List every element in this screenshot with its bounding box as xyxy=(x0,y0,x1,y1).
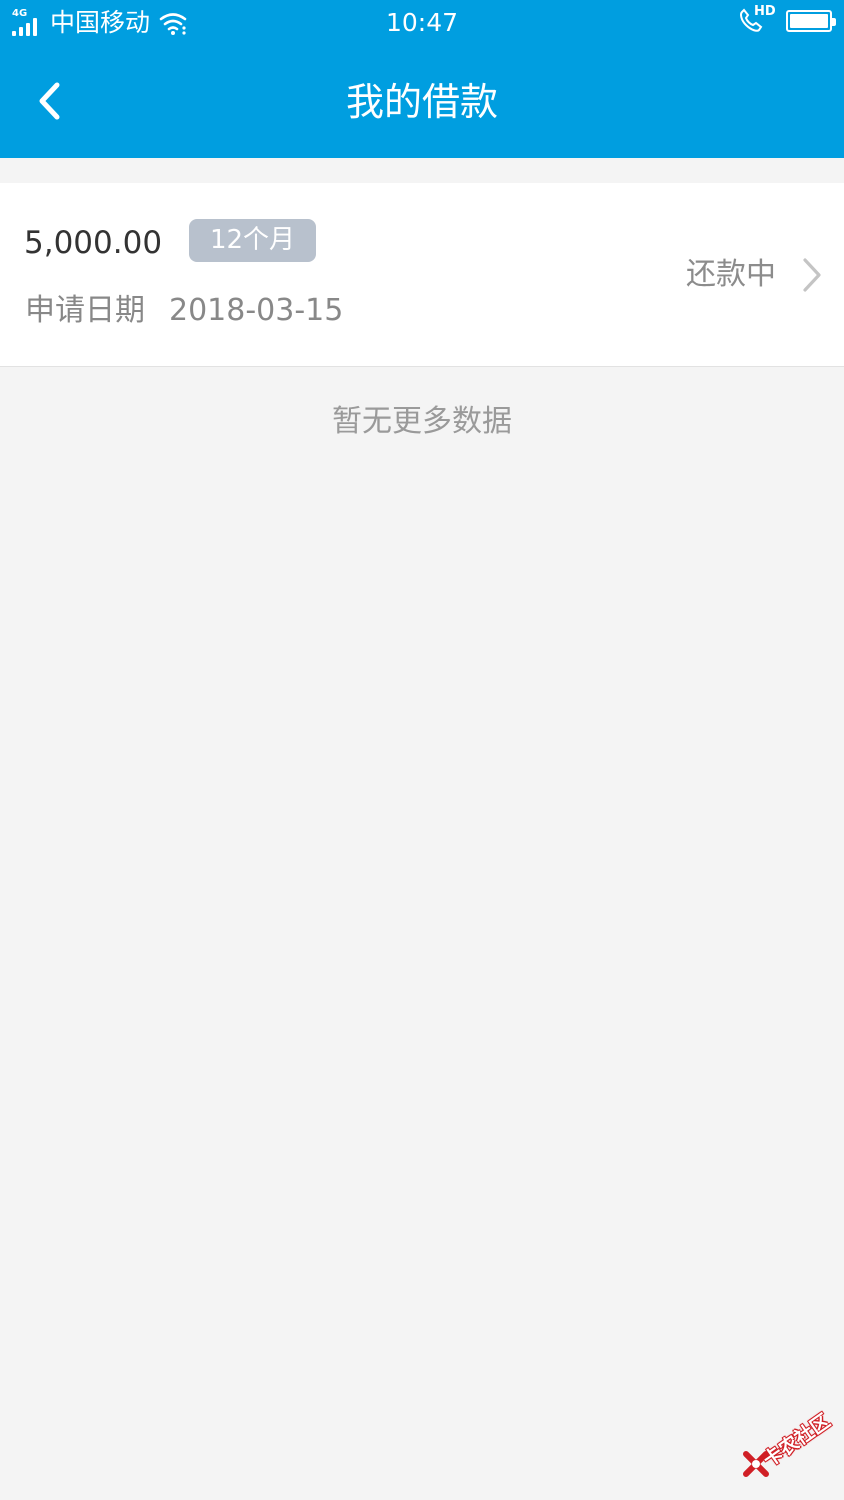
apply-date-row: 申请日期 2018-03-15 xyxy=(25,289,343,333)
loan-amount: 5,000.00 xyxy=(24,225,163,261)
no-more-data-text: 暂无更多数据 xyxy=(332,404,512,439)
chevron-left-icon xyxy=(39,82,60,120)
page-title: 我的借款 xyxy=(345,80,498,124)
hd-label: HD xyxy=(754,4,776,19)
apply-date-label: 申请日期 xyxy=(25,293,145,328)
term-badge: 12个月 xyxy=(189,219,316,262)
status-time: 10:47 xyxy=(385,8,459,37)
battery-icon xyxy=(786,10,836,32)
status-bar: 4G 中国移动 10:47 HD xyxy=(0,0,844,46)
hd-call-icon: HD xyxy=(736,4,776,36)
status-right: HD xyxy=(736,4,836,36)
watermark-text: 卡农社区 xyxy=(759,1409,835,1472)
app-header: 4G 中国移动 10:47 HD 我的借款 xyxy=(0,0,844,158)
chevron-right-icon xyxy=(803,258,821,292)
apply-date-value: 2018-03-15 xyxy=(169,293,344,328)
back-button[interactable] xyxy=(20,66,80,136)
loan-list-item[interactable]: 5,000.00 12个月 申请日期 2018-03-15 还款中 xyxy=(0,183,844,367)
nav-bar: 我的借款 xyxy=(0,46,844,158)
loan-status: 还款中 xyxy=(686,257,776,292)
watermark: 卡农社区 xyxy=(742,1408,842,1480)
